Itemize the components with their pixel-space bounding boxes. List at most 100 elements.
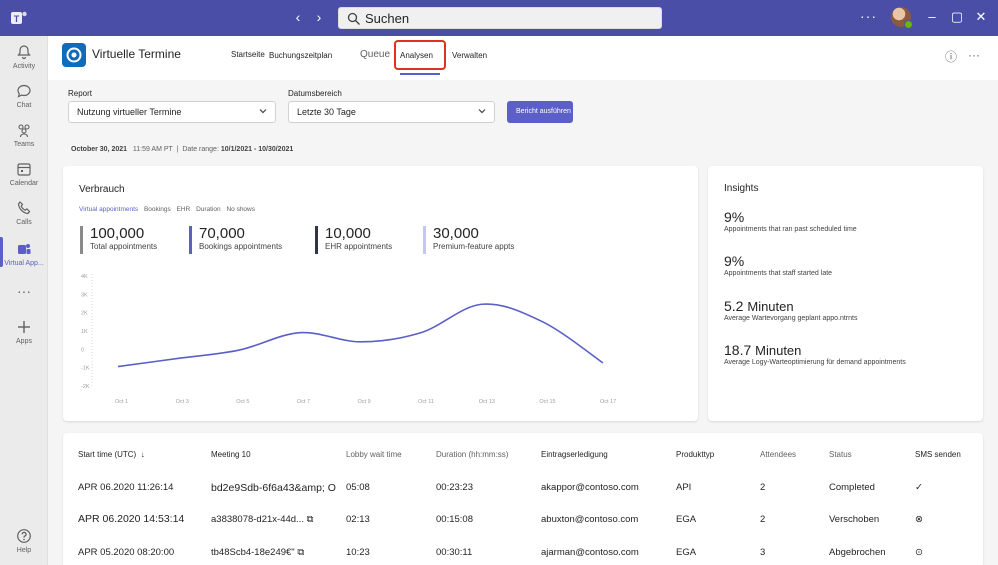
- more-apps-icon: ···: [17, 283, 31, 299]
- column-header-start-time[interactable]: Start time (UTC) ↓: [78, 450, 145, 459]
- minimize-icon[interactable]: –: [924, 9, 940, 24]
- stat-label: Premium-feature appts: [433, 242, 515, 251]
- tab-queue[interactable]: Queue: [360, 49, 390, 60]
- column-header-duration[interactable]: Duration (hh:mm:ss): [436, 450, 508, 459]
- report-meta: October 30, 2021 11:59 AM PT | Date rang…: [71, 146, 294, 153]
- series-line: [117, 303, 604, 368]
- search-input[interactable]: Suchen: [338, 7, 662, 29]
- rail-item-more-apps[interactable]: ···: [0, 284, 48, 298]
- rail-item-help[interactable]: Help: [0, 528, 48, 554]
- insight-item: 9% Appointments that staff started late: [724, 253, 832, 277]
- forward-arrow-icon[interactable]: ›: [311, 9, 327, 25]
- avatar[interactable]: [891, 7, 913, 29]
- sms-failed-icon[interactable]: ⊗: [915, 514, 923, 525]
- stat-label: EHR appointments: [325, 242, 393, 251]
- cell-status: Completed: [829, 482, 875, 493]
- subtab-duration[interactable]: Duration: [196, 206, 221, 213]
- cell-meeting-id[interactable]: tb48Scb4-18e249€" ⧉: [211, 547, 304, 558]
- tab-verwalten[interactable]: Verwalten: [452, 51, 487, 60]
- insight-item: 5.2 Minuten Average Wartevorgang geplant…: [724, 298, 857, 322]
- search-icon: [347, 12, 360, 25]
- help-icon: [17, 529, 31, 543]
- column-header-product[interactable]: Produkttyp: [676, 450, 714, 459]
- stat-total: 100,000 Total appointments: [80, 226, 157, 254]
- insight-value: 9%: [724, 209, 745, 225]
- chevron-down-icon: [259, 109, 267, 114]
- rail-item-virtual-appointments[interactable]: Virtual App...: [0, 237, 48, 267]
- rail-item-teams[interactable]: Teams: [0, 122, 48, 148]
- insight-text: Average Logy-Warteoptimierung für demand…: [724, 359, 906, 366]
- column-header-attendees[interactable]: Attendees: [760, 450, 796, 459]
- stat-value: 70,000: [199, 225, 245, 242]
- cell-start-time: APR 06.2020 11:26:14: [78, 482, 174, 493]
- report-dropdown[interactable]: Nutzung virtueller Termine: [68, 101, 276, 123]
- column-header-lobby-wait[interactable]: Lobby wait time: [346, 450, 402, 459]
- cell-attendees: 3: [760, 547, 766, 558]
- cell-meeting-id[interactable]: bd2e9Sdb-6f6a43&amp; O: [211, 482, 336, 494]
- insights-card: Insights 9% Appointments that ran past s…: [708, 166, 983, 421]
- maximize-icon[interactable]: ▢: [949, 9, 965, 25]
- info-icon[interactable]: ⓘ: [945, 48, 957, 65]
- insight-value: 9%: [724, 253, 745, 269]
- tab-buchungszeitplan[interactable]: Buchungszeitplan: [269, 51, 332, 60]
- cell-start-time: APR 06.2020 14:53:14: [78, 513, 185, 525]
- copy-icon[interactable]: ⧉: [307, 514, 314, 525]
- copy-icon[interactable]: ⧉: [297, 547, 304, 558]
- report-time: 11:59 AM PT: [132, 146, 173, 153]
- subtab-bookings[interactable]: Bookings: [144, 206, 171, 213]
- column-header-email[interactable]: Eintragserledigung: [541, 450, 608, 459]
- rail-label: Chat: [16, 102, 32, 109]
- rail-label: Calendar: [9, 180, 39, 187]
- rail-item-activity[interactable]: Activity: [0, 44, 48, 70]
- rail-item-apps[interactable]: Apps: [0, 319, 48, 345]
- insight-text: Appointments that staff started late: [724, 270, 833, 277]
- tab-startseite[interactable]: Startseite: [231, 50, 265, 59]
- cell-product: EGA: [676, 514, 697, 525]
- cell-meeting-id[interactable]: a3838078-d21x-44d... ⧉: [211, 514, 313, 525]
- back-arrow-icon[interactable]: ‹: [290, 9, 306, 25]
- y-tick-label: 0: [81, 347, 84, 353]
- rail-item-calendar[interactable]: Calendar: [0, 161, 48, 187]
- teams-logo-icon: T: [11, 11, 27, 24]
- x-tick-label: Oct 15: [539, 399, 555, 405]
- cell-lobby-wait: 02:13: [346, 514, 370, 525]
- x-tick-label: Oct 9: [358, 399, 371, 405]
- tab-analysen[interactable]: Analysen: [400, 51, 433, 60]
- run-report-button[interactable]: Bericht ausführen: [507, 101, 573, 123]
- rail-label: Virtual App...: [4, 260, 44, 267]
- x-tick-label: Oct 1: [115, 399, 128, 405]
- subtab-virtual-appointments[interactable]: Virtual appointments: [79, 206, 138, 213]
- x-tick-label: Oct 7: [297, 399, 310, 405]
- cell-email: akappor@contoso.com: [541, 482, 639, 493]
- rail-item-chat[interactable]: Chat: [0, 83, 48, 109]
- insight-text: Average Wartevorgang geplant appo.ntrnts: [724, 315, 858, 322]
- usage-line-chart: 4K 3K 2K 1K 0 -1K -2K Oct 1 Oct 3 Oct 5 Oct 7 Oct 9…: [81, 274, 616, 405]
- rail-item-calls[interactable]: Calls: [0, 200, 48, 226]
- date-range-text: 10/1/2021 - 10/30/2021: [220, 146, 294, 153]
- column-header-meeting-id[interactable]: Meeting 10: [211, 450, 251, 459]
- cell-email: ajarman@contoso.com: [541, 547, 639, 558]
- more-options-icon[interactable]: ···: [860, 8, 877, 24]
- rail-label: Apps: [16, 338, 32, 345]
- date-range-dropdown[interactable]: Letzte 30 Tage: [288, 101, 495, 123]
- usage-card: Verbrauch Virtual appointments Bookings …: [63, 166, 698, 421]
- plus-icon: [18, 321, 30, 333]
- date-range-value: Letzte 30 Tage: [297, 107, 356, 117]
- sms-pending-icon[interactable]: ⊙: [915, 547, 923, 558]
- date-range-label: Datumsbereich: [288, 89, 342, 98]
- more-options-icon[interactable]: ···: [968, 48, 980, 62]
- subtab-no-shows[interactable]: No shows: [226, 206, 255, 213]
- column-header-status[interactable]: Status: [829, 450, 852, 459]
- sms-sent-check-icon[interactable]: ✓: [915, 482, 923, 493]
- sort-arrow-icon[interactable]: ↓: [141, 450, 145, 459]
- stat-bar: [423, 226, 426, 254]
- cell-status: Abgebrochen: [829, 547, 886, 558]
- y-tick-label: 4K: [81, 274, 88, 280]
- cell-email: abuxton@contoso.com: [541, 514, 639, 525]
- left-rail: Activity Chat Teams Calendar Calls Virtu…: [0, 36, 48, 565]
- usage-subtabs: Virtual appointments Bookings EHR Durati…: [79, 206, 259, 213]
- column-header-sms[interactable]: SMS senden: [915, 450, 961, 459]
- close-icon[interactable]: ✕: [973, 9, 989, 25]
- bell-icon: [17, 45, 31, 60]
- subtab-ehr[interactable]: EHR: [177, 206, 191, 213]
